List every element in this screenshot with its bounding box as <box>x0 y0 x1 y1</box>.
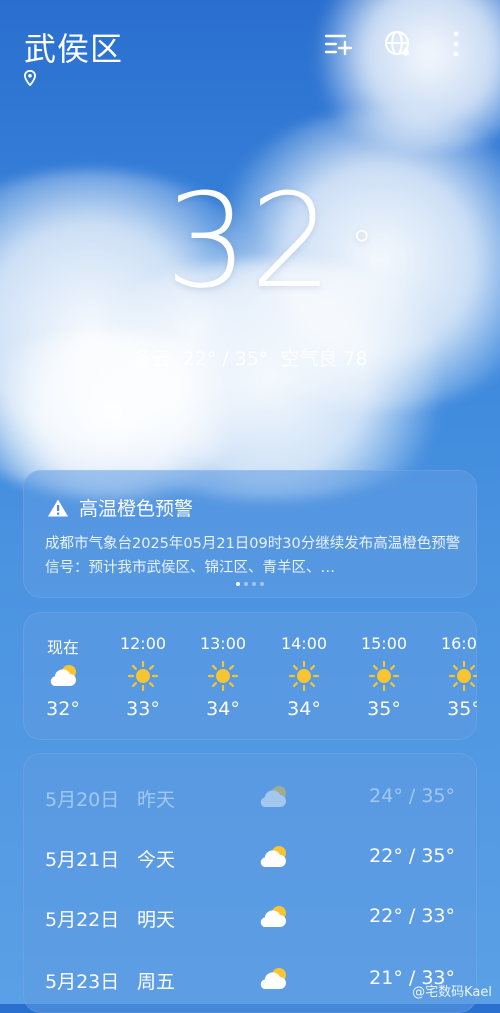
hour-temp: 34° <box>206 698 240 720</box>
hour-temp: 35° <box>367 698 401 720</box>
sun-icon <box>193 654 253 698</box>
watermark-text: @宅数码Kael <box>412 985 492 1000</box>
city-name[interactable]: 武侯区 <box>24 24 123 70</box>
page-dot <box>244 582 248 586</box>
top-bar: 武侯区 <box>0 0 500 100</box>
more-icon[interactable] <box>440 28 472 60</box>
sun-icon <box>113 654 173 698</box>
page-dot <box>236 582 240 586</box>
condition-text: 多云 <box>132 348 171 370</box>
partly-cloudy-icon <box>260 968 286 989</box>
air-quality[interactable]: 空气良 78 <box>280 348 367 370</box>
partly-cloudy-icon <box>260 906 286 927</box>
partly-cloudy-icon <box>33 654 93 698</box>
temperature-value: 32 <box>165 165 335 317</box>
day-name: 周五 <box>137 971 176 993</box>
hour-time: 13:00 <box>199 634 247 653</box>
day-name: 昨天 <box>137 789 176 811</box>
hour-temp: 33° <box>126 698 160 720</box>
daily-row[interactable]: 5月20日 昨天 24° / 35° <box>23 775 477 819</box>
day-name: 今天 <box>137 849 176 871</box>
hour-time: 15:00 <box>360 634 408 653</box>
watermark: @宅数码Kael <box>412 981 492 1000</box>
weather-alert-card[interactable]: 高温橙色预警 成都市气象台2025年05月21日09时30分继续发布高温橙色预警… <box>23 470 477 598</box>
hour-time: 16:00 <box>440 634 477 653</box>
daily-forecast: 5月20日 昨天 24° / 35° 5月21日 今天 22° / 35° 5月… <box>23 753 477 1013</box>
daily-row[interactable]: 5月23日 周五 21° / 33° <box>23 957 477 1001</box>
day-temp-range: 22° / 35° <box>369 845 455 867</box>
hourly-item: 16:00 35° <box>434 634 477 720</box>
degree-symbol: ° <box>350 221 375 272</box>
alert-page-indicator <box>23 582 477 586</box>
hourly-item: 14:00 34° <box>274 634 334 720</box>
day-date: 5月21日 <box>45 849 120 871</box>
warning-icon <box>48 499 68 516</box>
sun-icon <box>354 654 414 698</box>
hour-temp: 32° <box>46 698 80 720</box>
temp-range: 22° / 35° <box>182 348 269 370</box>
location-pin-icon <box>24 70 36 86</box>
day-temp-range: 24° / 35° <box>369 785 455 807</box>
weather-summary: 多云 22° / 35° 空气良 78 <box>0 344 500 371</box>
city-manage-icon[interactable] <box>322 28 354 60</box>
current-temperature: 32 ° <box>0 176 500 306</box>
hour-time: 现在 <box>46 638 79 657</box>
hour-time: 14:00 <box>280 634 328 653</box>
day-name: 明天 <box>137 909 176 931</box>
hourly-item: 13:00 34° <box>193 634 253 720</box>
day-date: 5月20日 <box>45 789 120 811</box>
page-dot <box>252 582 256 586</box>
partly-cloudy-icon <box>260 846 286 867</box>
day-date: 5月23日 <box>45 971 120 993</box>
daily-row[interactable]: 5月21日 今天 22° / 35° <box>23 835 477 879</box>
hour-temp: 35° <box>447 698 477 720</box>
globe-icon[interactable] <box>382 28 414 60</box>
page-dot <box>260 582 264 586</box>
sun-icon <box>434 654 477 698</box>
alert-description: 成都市气象台2025年05月21日09时30分继续发布高温橙色预警信号：预计我市… <box>45 536 461 576</box>
daily-row[interactable]: 5月22日 明天 22° / 33° <box>23 895 477 939</box>
hourly-item: 现在 32° <box>33 634 93 720</box>
hour-time: 12:00 <box>119 634 167 653</box>
hourly-item: 12:00 33° <box>113 634 173 720</box>
partly-cloudy-icon <box>260 786 286 807</box>
day-temp-range: 22° / 33° <box>369 905 455 927</box>
day-date: 5月22日 <box>45 909 120 931</box>
hour-temp: 34° <box>287 698 321 720</box>
sun-icon <box>274 654 334 698</box>
alert-title: 高温橙色预警 <box>79 498 194 520</box>
hourly-forecast[interactable]: 现在 32° 12:00 33° 13:00 34° 14:00 34° 15:… <box>23 612 477 740</box>
hourly-item: 15:00 35° <box>354 634 414 720</box>
